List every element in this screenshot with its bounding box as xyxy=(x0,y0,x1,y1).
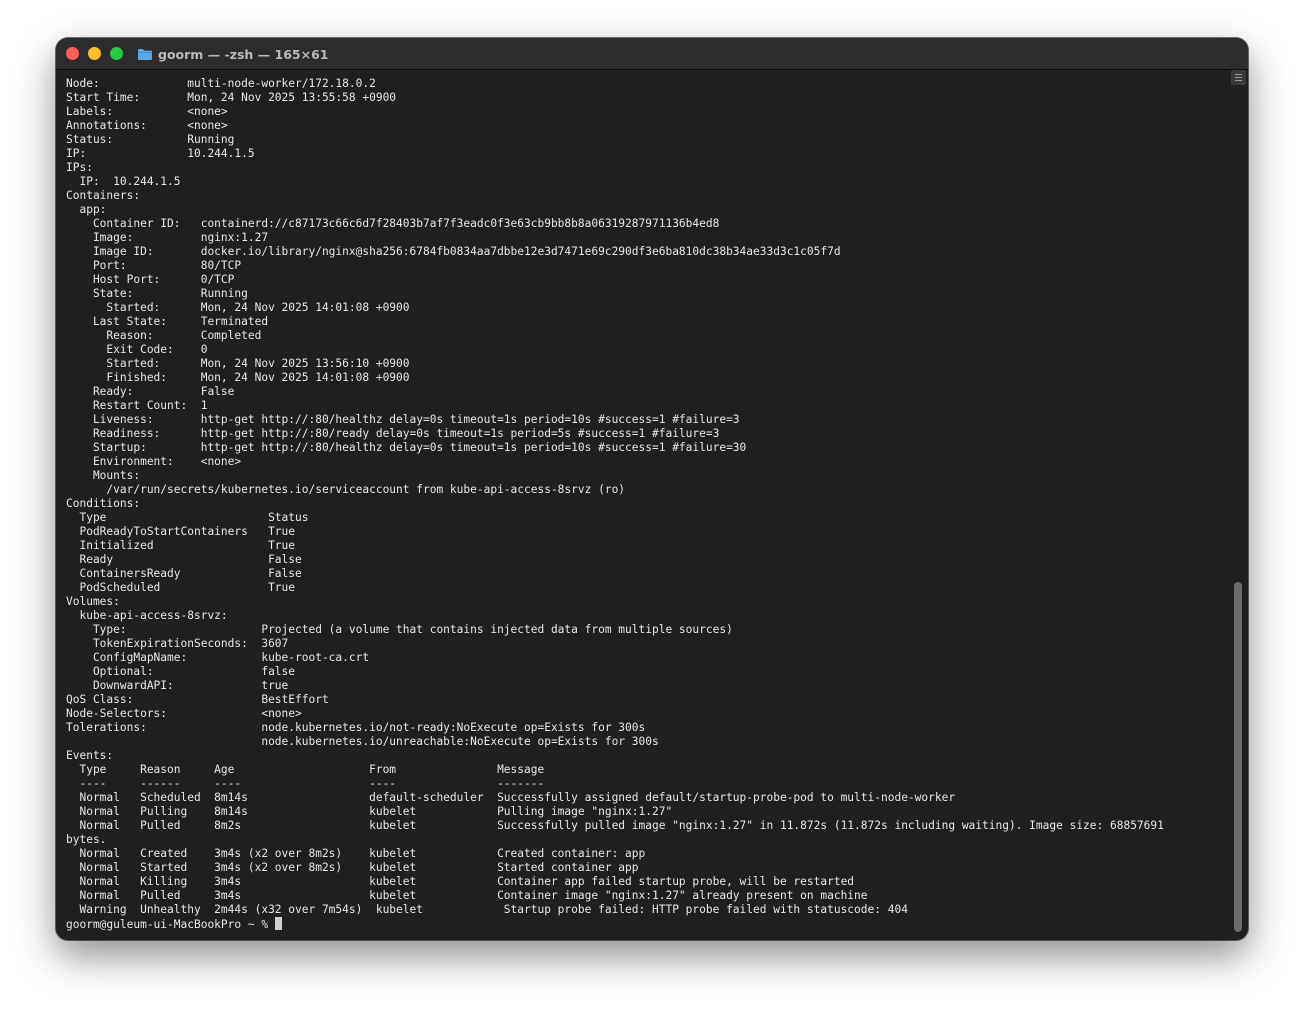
terminal-line: ContainersReady False xyxy=(66,567,302,580)
terminal-line: Type Reason Age From Message xyxy=(66,763,545,776)
terminal-line: Type Status xyxy=(66,511,309,524)
terminal-line: IPs: xyxy=(66,161,93,174)
terminal-line: Exit Code: 0 xyxy=(66,343,208,356)
terminal-line: Normal Pulled 3m4s kubelet Container ima… xyxy=(66,889,868,902)
terminal-line: Liveness: http-get http://:80/healthz de… xyxy=(66,413,740,426)
minimize-button[interactable] xyxy=(88,47,101,60)
terminal-line: Normal Killing 3m4s kubelet Container ap… xyxy=(66,875,855,888)
terminal-line: Ready: False xyxy=(66,385,235,398)
shell-prompt: goorm@guleum-ui-MacBookPro ~ % xyxy=(66,918,275,931)
terminal-line: Image: nginx:1.27 xyxy=(66,231,269,244)
window-title-group: goorm — -zsh — 165×61 xyxy=(138,45,328,63)
terminal-line: node.kubernetes.io/unreachable:NoExecute… xyxy=(66,735,659,748)
terminal-line: PodReadyToStartContainers True xyxy=(66,525,296,538)
terminal-line: Annotations: <none> xyxy=(66,119,228,132)
terminal-line: Warning Unhealthy 2m44s (x32 over 7m54s)… xyxy=(66,903,908,916)
terminal-line: Node-Selectors: <none> xyxy=(66,707,302,720)
prompt-line[interactable]: goorm@guleum-ui-MacBookPro ~ % xyxy=(66,917,1226,931)
terminal-line: Image ID: docker.io/library/nginx@sha256… xyxy=(66,245,841,258)
terminal-line: app: xyxy=(66,203,107,216)
terminal-line: Container ID: containerd://c87173c66c6d7… xyxy=(66,217,720,230)
vertical-scrollbar[interactable] xyxy=(1232,90,1244,936)
menu-icon-line xyxy=(1235,77,1242,78)
terminal-line: Type: Projected (a volume that contains … xyxy=(66,623,733,636)
terminal-window: goorm — -zsh — 165×61 Node: multi-node-w… xyxy=(56,38,1248,940)
terminal-line: Volumes: xyxy=(66,595,120,608)
terminal-line: Conditions: xyxy=(66,497,141,510)
terminal-line: PodScheduled True xyxy=(66,581,296,594)
terminal-line: IP: 10.244.1.5 xyxy=(66,147,255,160)
title-bar[interactable]: goorm — -zsh — 165×61 xyxy=(56,38,1248,70)
terminal-line: kube-api-access-8srvz: xyxy=(66,609,228,622)
terminal-line: Startup: http-get http://:80/healthz del… xyxy=(66,441,747,454)
terminal-line: Normal Started 3m4s (x2 over 8m2s) kubel… xyxy=(66,861,639,874)
folder-icon xyxy=(138,48,152,60)
terminal-line: Events: xyxy=(66,749,114,762)
scrollbar-thumb[interactable] xyxy=(1234,582,1242,932)
scroll-marks-button[interactable] xyxy=(1231,70,1246,85)
terminal-line: Normal Created 3m4s (x2 over 8m2s) kubel… xyxy=(66,847,646,860)
terminal-line: Normal Pulled 8m2s kubelet Successfully … xyxy=(66,819,1164,832)
terminal-line: Started: Mon, 24 Nov 2025 13:56:10 +0900 xyxy=(66,357,410,370)
terminal-line: bytes. xyxy=(66,833,107,846)
terminal-line: Port: 80/TCP xyxy=(66,259,242,272)
terminal-line: Containers: xyxy=(66,189,141,202)
menu-icon-line xyxy=(1235,80,1242,81)
terminal-line: Environment: <none> xyxy=(66,455,242,468)
terminal-line: Finished: Mon, 24 Nov 2025 14:01:08 +090… xyxy=(66,371,410,384)
terminal-line: Labels: <none> xyxy=(66,105,228,118)
terminal-line: Restart Count: 1 xyxy=(66,399,208,412)
terminal-line: Node: multi-node-worker/172.18.0.2 xyxy=(66,77,376,90)
terminal-line: Host Port: 0/TCP xyxy=(66,273,235,286)
terminal-line: ---- ------ ---- ---- ------- xyxy=(66,777,545,790)
terminal-line: TokenExpirationSeconds: 3607 xyxy=(66,637,289,650)
terminal-line: Normal Scheduled 8m14s default-scheduler… xyxy=(66,791,956,804)
terminal-line: QoS Class: BestEffort xyxy=(66,693,329,706)
terminal-line: Ready False xyxy=(66,553,302,566)
window-title: goorm — -zsh — 165×61 xyxy=(158,46,329,62)
terminal-line: Reason: Completed xyxy=(66,329,262,342)
terminal-line: State: Running xyxy=(66,287,248,300)
terminal-output[interactable]: Node: multi-node-worker/172.18.0.2 Start … xyxy=(66,77,1226,937)
terminal-line: Last State: Terminated xyxy=(66,315,269,328)
terminal-line: Initialized True xyxy=(66,539,296,552)
terminal-line: Mounts: xyxy=(66,469,141,482)
terminal-line: IP: 10.244.1.5 xyxy=(66,175,181,188)
text-cursor xyxy=(274,917,282,930)
terminal-line: ConfigMapName: kube-root-ca.crt xyxy=(66,651,370,664)
terminal-line: Start Time: Mon, 24 Nov 2025 13:55:58 +0… xyxy=(66,91,397,104)
menu-icon xyxy=(1235,74,1242,75)
terminal-line: /var/run/secrets/kubernetes.io/serviceac… xyxy=(66,483,626,496)
terminal-line: Started: Mon, 24 Nov 2025 14:01:08 +0900 xyxy=(66,301,410,314)
terminal-line: Tolerations: node.kubernetes.io/not-read… xyxy=(66,721,646,734)
terminal-line: Readiness: http-get http://:80/ready del… xyxy=(66,427,720,440)
terminal-line: Normal Pulling 8m14s kubelet Pulling ima… xyxy=(66,805,673,818)
terminal-line: Optional: false xyxy=(66,665,296,678)
terminal-line: DownwardAPI: true xyxy=(66,679,289,692)
zoom-button[interactable] xyxy=(110,47,123,60)
close-button[interactable] xyxy=(66,47,79,60)
terminal-line: Status: Running xyxy=(66,133,235,146)
